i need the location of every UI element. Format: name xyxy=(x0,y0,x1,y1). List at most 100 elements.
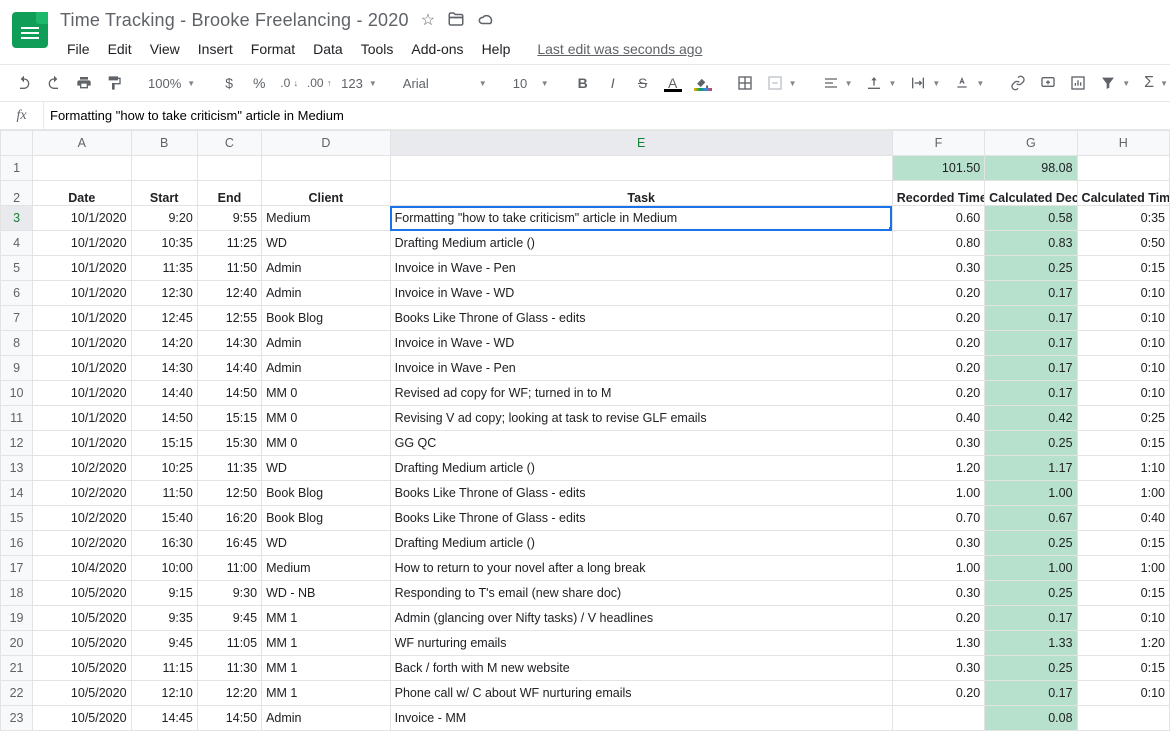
cell-F16[interactable]: 0.30 xyxy=(892,531,984,556)
cell-H7[interactable]: 0:10 xyxy=(1077,306,1169,331)
cell-B17[interactable]: 10:00 xyxy=(131,556,197,581)
cell-D13[interactable]: WD xyxy=(262,456,391,481)
cell-G7[interactable]: 0.17 xyxy=(985,306,1077,331)
cell-B19[interactable]: 9:35 xyxy=(131,606,197,631)
cell-A9[interactable]: 10/1/2020 xyxy=(33,356,131,381)
cell-G10[interactable]: 0.17 xyxy=(985,381,1077,406)
row-header[interactable]: 5 xyxy=(1,256,33,281)
cell-H11[interactable]: 0:25 xyxy=(1077,406,1169,431)
text-rotation-button[interactable]: ▼ xyxy=(948,69,990,97)
col-header-E[interactable]: E xyxy=(390,131,892,156)
table-row[interactable]: 310/1/20209:209:55MediumFormatting "how … xyxy=(1,206,1170,231)
cell-B11[interactable]: 14:50 xyxy=(131,406,197,431)
cell-H19[interactable]: 0:10 xyxy=(1077,606,1169,631)
cell-A19[interactable]: 10/5/2020 xyxy=(33,606,131,631)
cell-A5[interactable]: 10/1/2020 xyxy=(33,256,131,281)
cell-D11[interactable]: MM 0 xyxy=(262,406,391,431)
cell-E13[interactable]: Drafting Medium article () xyxy=(390,456,892,481)
insert-link-button[interactable] xyxy=(1004,69,1032,97)
row-header[interactable]: 22 xyxy=(1,681,33,706)
table-row[interactable]: 2010/5/20209:4511:05MM 1WF nurturing ema… xyxy=(1,631,1170,656)
row-header[interactable]: 3 xyxy=(1,206,33,231)
cell-E12[interactable]: GG QC xyxy=(390,431,892,456)
cell-D4[interactable]: WD xyxy=(262,231,391,256)
cell-F1[interactable]: 101.50 xyxy=(892,156,984,181)
move-folder-icon[interactable] xyxy=(447,10,465,30)
table-row[interactable]: 1610/2/202016:3016:45WDDrafting Medium a… xyxy=(1,531,1170,556)
borders-button[interactable] xyxy=(731,69,759,97)
cell-E22[interactable]: Phone call w/ C about WF nurturing email… xyxy=(390,681,892,706)
decrease-decimal-button[interactable]: .0 ↓ xyxy=(275,69,303,97)
cell-G16[interactable]: 0.25 xyxy=(985,531,1077,556)
col-header-A[interactable]: A xyxy=(33,131,131,156)
row-2[interactable]: 2 Date Start End Client Task Recorded Ti… xyxy=(1,181,1170,206)
cell[interactable]: Start xyxy=(131,181,197,206)
cell-E6[interactable]: Invoice in Wave - WD xyxy=(390,281,892,306)
row-header[interactable]: 13 xyxy=(1,456,33,481)
row-header[interactable]: 15 xyxy=(1,506,33,531)
cell-E10[interactable]: Revised ad copy for WF; turned in to M xyxy=(390,381,892,406)
cell-B14[interactable]: 11:50 xyxy=(131,481,197,506)
cell-G14[interactable]: 1.00 xyxy=(985,481,1077,506)
row-header[interactable]: 11 xyxy=(1,406,33,431)
row-header[interactable]: 23 xyxy=(1,706,33,731)
cell-E7[interactable]: Books Like Throne of Glass - edits xyxy=(390,306,892,331)
cell-E5[interactable]: Invoice in Wave - Pen xyxy=(390,256,892,281)
insert-chart-button[interactable] xyxy=(1064,69,1092,97)
table-row[interactable]: 810/1/202014:2014:30AdminInvoice in Wave… xyxy=(1,331,1170,356)
row-header[interactable]: 17 xyxy=(1,556,33,581)
number-format-dropdown[interactable]: 123▼ xyxy=(335,69,383,97)
cell-G12[interactable]: 0.25 xyxy=(985,431,1077,456)
cell-A16[interactable]: 10/2/2020 xyxy=(33,531,131,556)
cell[interactable]: Task xyxy=(390,181,892,206)
table-row[interactable]: 1410/2/202011:5012:50Book BlogBooks Like… xyxy=(1,481,1170,506)
cell-C5[interactable]: 11:50 xyxy=(197,256,261,281)
cell[interactable]: Calculated Time xyxy=(1077,181,1169,206)
cell-G13[interactable]: 1.17 xyxy=(985,456,1077,481)
cell-C4[interactable]: 11:25 xyxy=(197,231,261,256)
col-header-H[interactable]: H xyxy=(1077,131,1169,156)
cell-D21[interactable]: MM 1 xyxy=(262,656,391,681)
table-row[interactable]: 710/1/202012:4512:55Book BlogBooks Like … xyxy=(1,306,1170,331)
table-row[interactable]: 2310/5/202014:4514:50AdminInvoice - MM0.… xyxy=(1,706,1170,731)
cell-E19[interactable]: Admin (glancing over Nifty tasks) / V he… xyxy=(390,606,892,631)
cell[interactable]: Date xyxy=(33,181,131,206)
cell-D9[interactable]: Admin xyxy=(262,356,391,381)
cell-D22[interactable]: MM 1 xyxy=(262,681,391,706)
cell-H4[interactable]: 0:50 xyxy=(1077,231,1169,256)
cell-F22[interactable]: 0.20 xyxy=(892,681,984,706)
cell-F21[interactable]: 0.30 xyxy=(892,656,984,681)
text-wrap-button[interactable]: ▼ xyxy=(904,69,946,97)
cell-B18[interactable]: 9:15 xyxy=(131,581,197,606)
cell-F10[interactable]: 0.20 xyxy=(892,381,984,406)
cell-F23[interactable] xyxy=(892,706,984,731)
cell-H5[interactable]: 0:15 xyxy=(1077,256,1169,281)
cell-E18[interactable]: Responding to T's email (new share doc) xyxy=(390,581,892,606)
cell-H14[interactable]: 1:00 xyxy=(1077,481,1169,506)
cell-D6[interactable]: Admin xyxy=(262,281,391,306)
cell-F18[interactable]: 0.30 xyxy=(892,581,984,606)
cell-G11[interactable]: 0.42 xyxy=(985,406,1077,431)
cell-E17[interactable]: How to return to your novel after a long… xyxy=(390,556,892,581)
cell-B8[interactable]: 14:20 xyxy=(131,331,197,356)
cell-B3[interactable]: 9:20 xyxy=(131,206,197,231)
table-row[interactable]: 1310/2/202010:2511:35WDDrafting Medium a… xyxy=(1,456,1170,481)
cell-C21[interactable]: 11:30 xyxy=(197,656,261,681)
cell-D12[interactable]: MM 0 xyxy=(262,431,391,456)
cell-G1[interactable]: 98.08 xyxy=(985,156,1077,181)
col-header-F[interactable]: F xyxy=(892,131,984,156)
cell-E4[interactable]: Drafting Medium article () xyxy=(390,231,892,256)
cell-E23[interactable]: Invoice - MM xyxy=(390,706,892,731)
cell-H20[interactable]: 1:20 xyxy=(1077,631,1169,656)
cell-C8[interactable]: 14:30 xyxy=(197,331,261,356)
print-button[interactable] xyxy=(70,69,98,97)
cell-F11[interactable]: 0.40 xyxy=(892,406,984,431)
column-header-row[interactable]: A B C D E F G H xyxy=(1,131,1170,156)
italic-button[interactable]: I xyxy=(599,69,627,97)
cell-C16[interactable]: 16:45 xyxy=(197,531,261,556)
star-icon[interactable]: ☆ xyxy=(421,10,435,30)
cell-H6[interactable]: 0:10 xyxy=(1077,281,1169,306)
cell-A13[interactable]: 10/2/2020 xyxy=(33,456,131,481)
cell-D20[interactable]: MM 1 xyxy=(262,631,391,656)
cell-C3[interactable]: 9:55 xyxy=(197,206,261,231)
